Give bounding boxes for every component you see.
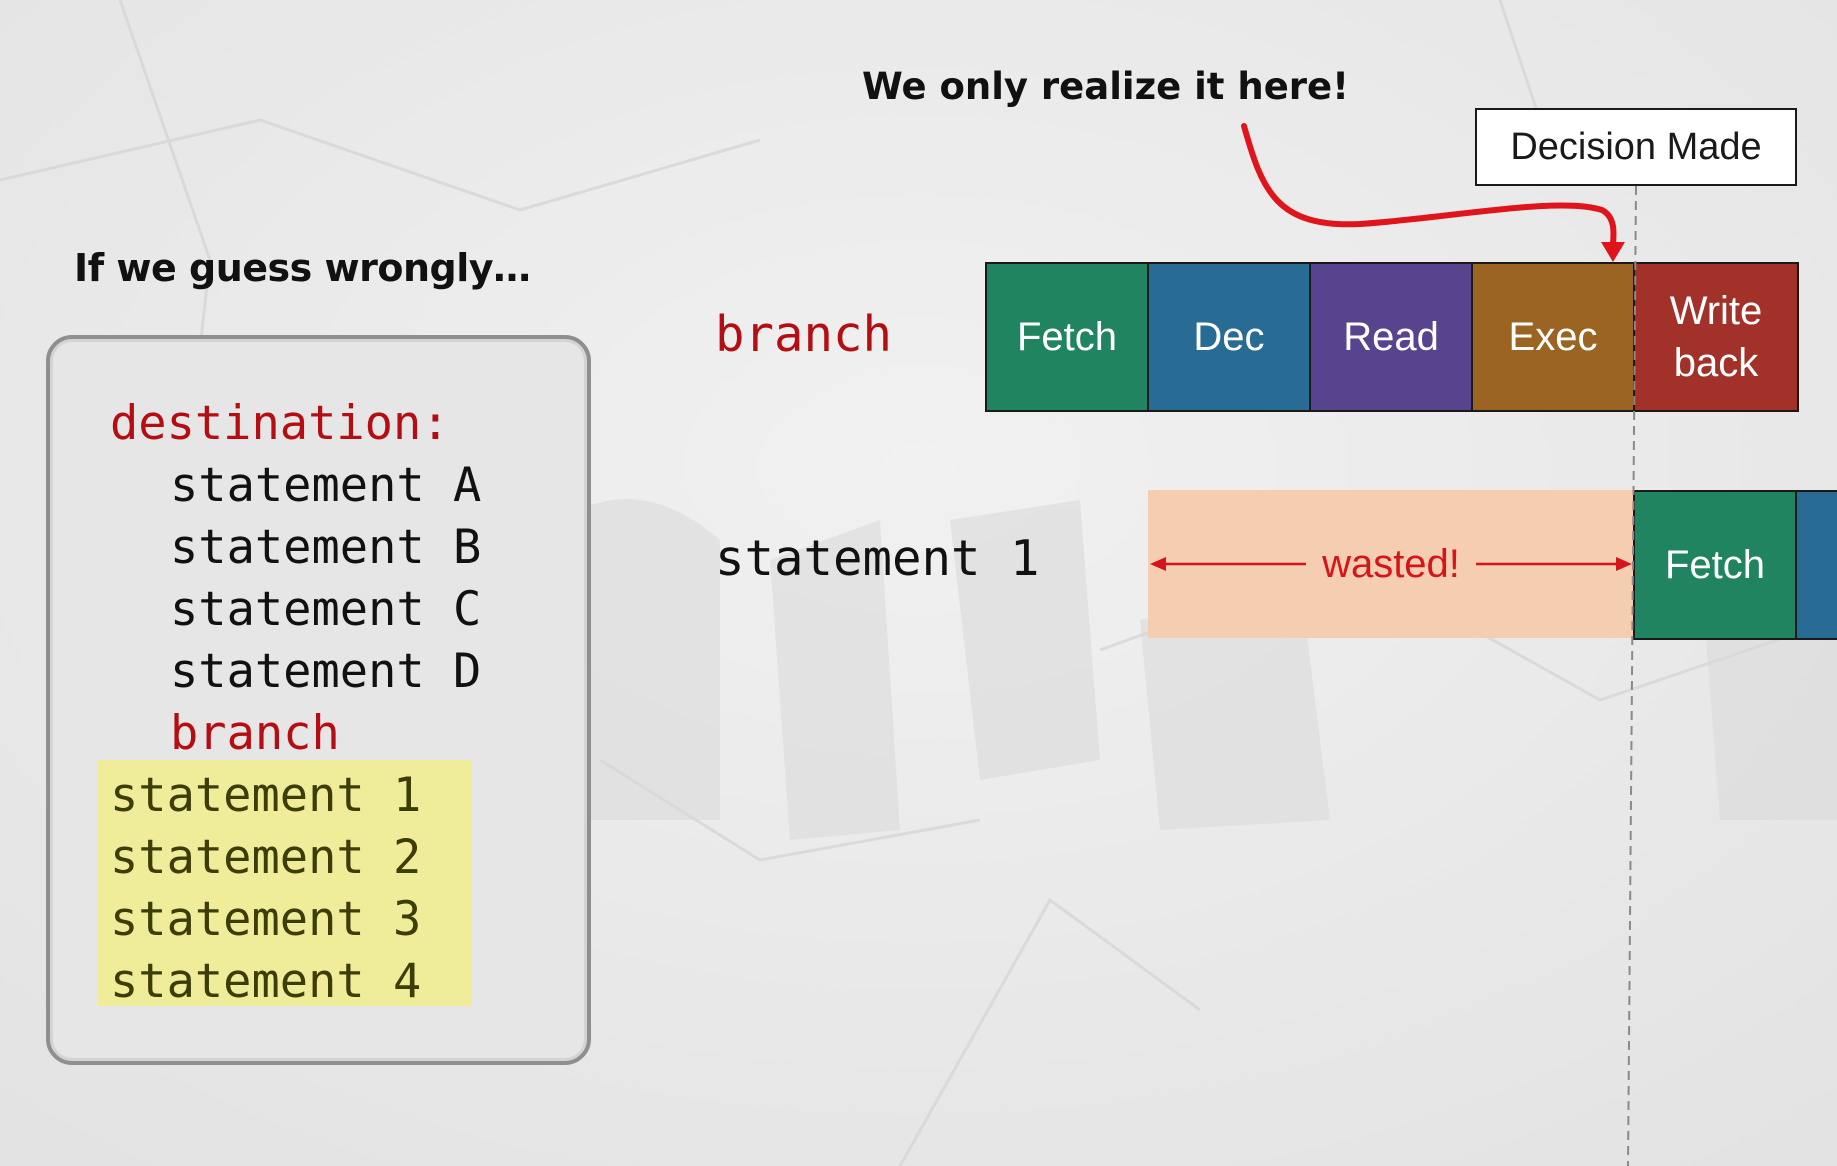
code-statement-4: statement 4 — [110, 954, 422, 1009]
branch-row-label: branch — [715, 306, 893, 363]
branch-stage-dec-1: Dec — [1149, 264, 1311, 410]
code-branch: branch — [170, 706, 340, 761]
decision-made-box: Decision Made — [1475, 108, 1797, 186]
code-statement-a: statement A — [170, 458, 482, 513]
annotation-text: We only realize it here! — [862, 65, 1349, 108]
code-statement-d: statement D — [170, 644, 482, 699]
code-statement-2: statement 2 — [110, 830, 422, 885]
statement-pipeline: Fetch — [1633, 490, 1837, 640]
next-stage-fetch-0: Fetch — [1635, 492, 1797, 638]
wasted-region: wasted! — [1148, 490, 1634, 638]
statement-row-label: statement 1 — [715, 530, 1040, 587]
branch-stage-exec-3: Exec — [1473, 264, 1635, 410]
code-statement-c: statement C — [170, 582, 482, 637]
branch-pipeline: Fetch Dec Read Exec Write back — [985, 262, 1799, 412]
wasted-label: wasted! — [1306, 541, 1476, 587]
intro-text: If we guess wrongly… — [74, 246, 531, 290]
code-box: destination: statement A statement B sta… — [46, 335, 591, 1065]
code-statement-1: statement 1 — [110, 768, 422, 823]
branch-stage-fetch-0: Fetch — [987, 264, 1149, 410]
destination-label: destination: — [110, 396, 450, 451]
code-statement-3: statement 3 — [110, 892, 422, 947]
next-stage-partial-1 — [1797, 492, 1837, 638]
code-statement-b: statement B — [170, 520, 482, 575]
branch-stage-write-back-4: Write back — [1635, 264, 1797, 410]
branch-stage-read-2: Read — [1311, 264, 1473, 410]
